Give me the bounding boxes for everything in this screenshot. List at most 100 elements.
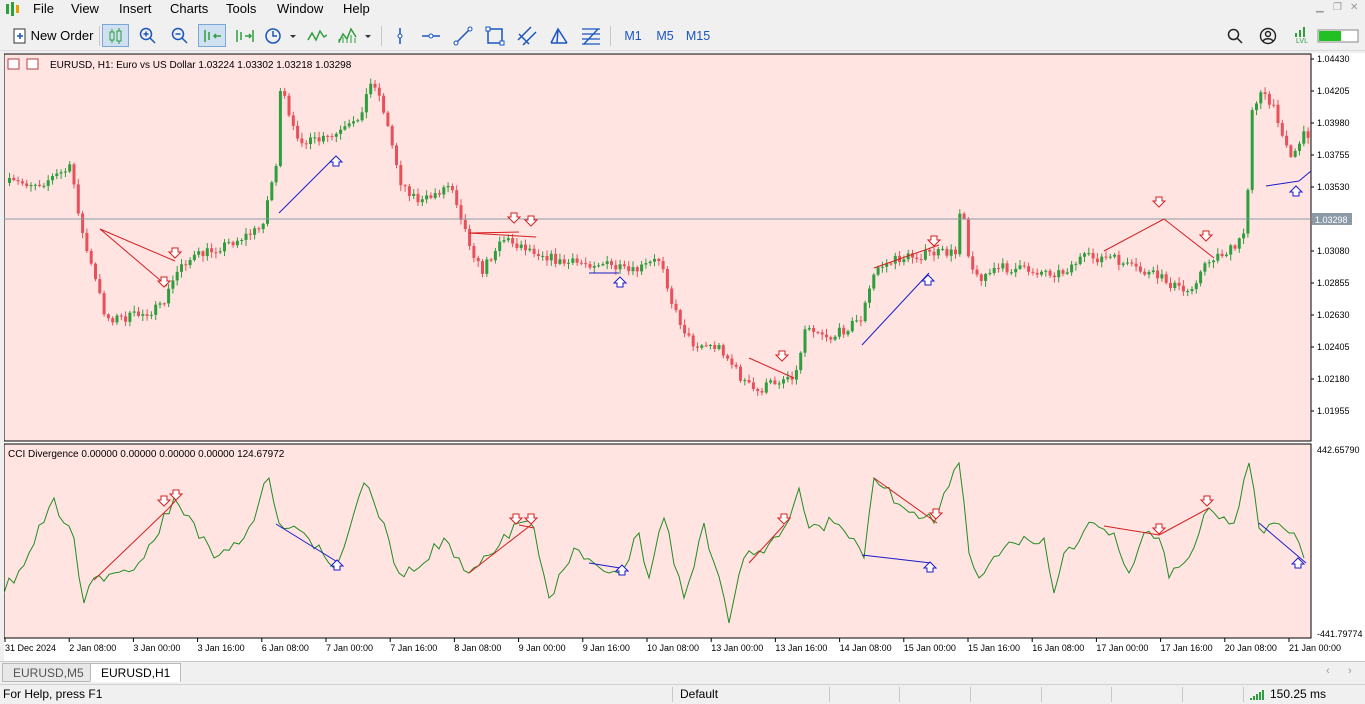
- candle-body: [584, 263, 588, 265]
- candle-body: [859, 320, 863, 322]
- candle-body: [89, 251, 93, 264]
- candle-body: [476, 258, 480, 262]
- zoom-in-button[interactable]: [136, 24, 160, 47]
- candle-body: [1065, 272, 1069, 274]
- candle-body: [287, 95, 291, 116]
- search-button[interactable]: [1224, 24, 1246, 47]
- timeframe-m5[interactable]: M5: [652, 24, 678, 47]
- time-tick-label: 17 Jan 00:00: [1096, 643, 1148, 653]
- candle-body: [223, 242, 226, 252]
- candle-body: [992, 267, 996, 273]
- candle-body: [1117, 254, 1121, 265]
- price-tick-label: 1.03980: [1317, 118, 1350, 128]
- indicator-header: CCI Divergence 0.00000 0.00000 0.00000 0…: [8, 449, 285, 460]
- candle-body: [192, 254, 196, 260]
- candle-body: [1040, 271, 1043, 275]
- level2-button[interactable]: LVL: [1291, 24, 1313, 47]
- minimize-icon[interactable]: ▁: [1316, 2, 1324, 13]
- candle-body: [524, 244, 527, 251]
- candle-body: [115, 315, 119, 323]
- candle-body: [227, 242, 231, 244]
- candle-body: [558, 259, 562, 264]
- candlestick-chart-button[interactable]: [102, 24, 129, 47]
- candle-body: [8, 178, 11, 183]
- status-profile[interactable]: Default: [680, 685, 718, 704]
- candle-body: [1100, 256, 1104, 263]
- close-icon[interactable]: ✕: [1350, 2, 1358, 13]
- new-order-icon: [13, 28, 26, 43]
- tab-scroll-left-icon[interactable]: ‹: [1326, 665, 1330, 677]
- equidistant-channel-button[interactable]: [516, 24, 538, 47]
- new-order-button[interactable]: New Order: [10, 24, 96, 47]
- periods-button[interactable]: [262, 24, 300, 47]
- candle-body: [1027, 266, 1031, 272]
- tab-eurusd-h1[interactable]: EURUSD,H1: [90, 663, 182, 682]
- pitchfork-button[interactable]: [548, 24, 570, 47]
- signal-icon: [1295, 27, 1305, 37]
- restore-icon[interactable]: ❐: [1333, 2, 1342, 13]
- vertical-line-button[interactable]: [390, 24, 410, 47]
- menu-help[interactable]: Help: [343, 1, 370, 17]
- templates-button[interactable]: [336, 24, 374, 47]
- candle-body: [158, 303, 162, 305]
- horizontal-line-button[interactable]: [420, 24, 442, 47]
- chart-canvas[interactable]: 1.03298 1.04430 1.04205 1.03980 1.03755 1.035…: [3, 53, 1365, 661]
- candle-body: [210, 248, 214, 253]
- candle-body: [1018, 265, 1022, 269]
- candle-body: [188, 259, 192, 266]
- clock-icon: [265, 27, 296, 44]
- timeframe-m1[interactable]: M1: [620, 24, 646, 47]
- menu-view[interactable]: View: [71, 1, 99, 17]
- candle-body: [175, 271, 179, 281]
- autoscroll-button[interactable]: [232, 24, 256, 47]
- candle-body: [141, 314, 145, 316]
- cci-divergence-pane[interactable]: [3, 443, 1312, 639]
- candle-body: [1181, 285, 1185, 292]
- candle-body: [364, 94, 368, 113]
- menu-window[interactable]: Window: [277, 1, 323, 17]
- candle-body: [386, 112, 390, 127]
- status-ping: 150.25 ms: [1270, 687, 1327, 701]
- chart-window[interactable]: 1.03298 1.04430 1.04205 1.03980 1.03755 1.035…: [3, 53, 1365, 661]
- price-pane-bg: [3, 53, 1312, 442]
- time-tick-label: 16 Jan 08:00: [1032, 643, 1084, 653]
- account-button[interactable]: [1257, 24, 1279, 47]
- candle-body: [614, 264, 618, 270]
- candle-body: [180, 264, 183, 272]
- battery-icon: [1317, 29, 1359, 42]
- price-tick-label: 1.02855: [1317, 278, 1350, 288]
- candle-body: [339, 129, 343, 134]
- candle-body: [145, 314, 149, 316]
- tab-eurusd-m5[interactable]: EURUSD,M5: [2, 663, 95, 682]
- tab-scroll-right-icon[interactable]: ›: [1348, 665, 1352, 677]
- time-tick-label: 7 Jan 00:00: [326, 643, 373, 653]
- timeframe-m15[interactable]: M15: [683, 24, 713, 47]
- candle-body: [205, 248, 209, 257]
- price-tick-label: 1.01955: [1317, 406, 1350, 416]
- candle-body: [726, 355, 730, 359]
- candle-body: [812, 327, 816, 332]
- indicators-button[interactable]: [305, 24, 329, 47]
- candle-body: [55, 173, 59, 177]
- zoom-out-button[interactable]: [168, 24, 192, 47]
- candle-body: [820, 332, 824, 335]
- menu-charts[interactable]: Charts: [170, 1, 208, 17]
- rectangle-button[interactable]: [484, 24, 506, 47]
- menu-tools[interactable]: Tools: [226, 1, 256, 17]
- chart-shift-button[interactable]: [198, 24, 226, 47]
- candle-body: [1186, 291, 1190, 293]
- menu-file[interactable]: File: [33, 1, 54, 17]
- trendline-button[interactable]: [452, 24, 474, 47]
- fibonacci-button[interactable]: [580, 24, 602, 47]
- candle-body: [769, 380, 773, 383]
- candle-body: [455, 190, 459, 206]
- candle-body: [274, 166, 278, 183]
- main-price-pane[interactable]: [3, 53, 1312, 442]
- candle-body: [1151, 270, 1155, 273]
- candle-body: [111, 318, 115, 323]
- menu-insert[interactable]: Insert: [119, 1, 152, 17]
- candle-body: [721, 345, 725, 356]
- candle-body: [485, 259, 489, 274]
- current-price-label: 1.03298: [1315, 215, 1348, 225]
- candle-body: [248, 233, 252, 235]
